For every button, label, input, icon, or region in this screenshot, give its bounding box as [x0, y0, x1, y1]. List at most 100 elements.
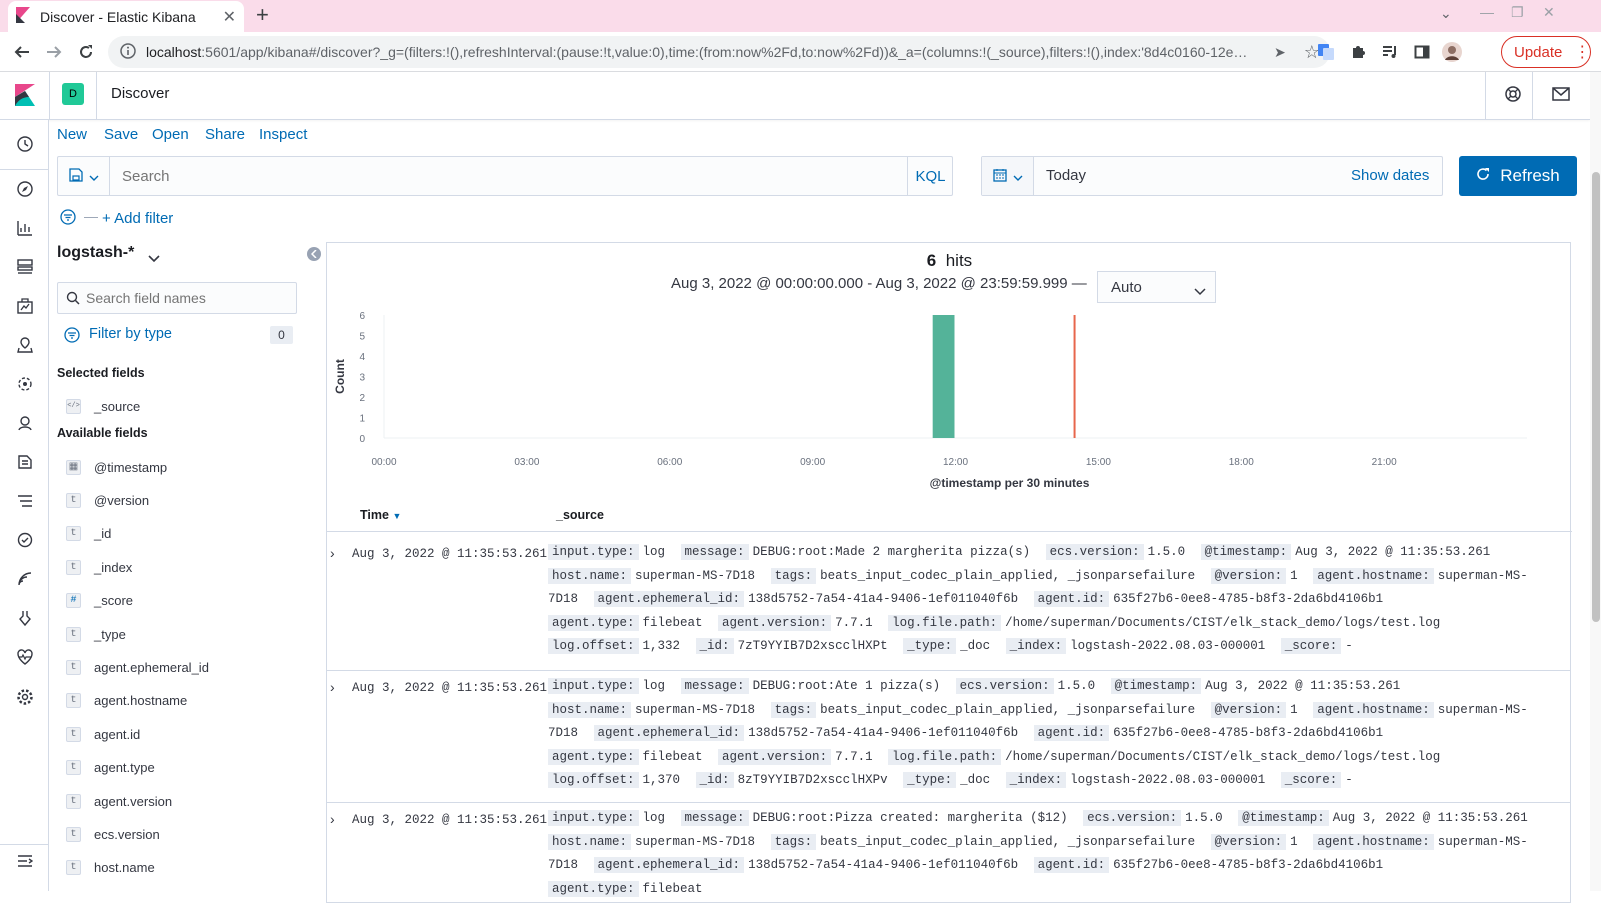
add-filter-link[interactable]: + Add filter — [102, 210, 173, 227]
filter-options-icon[interactable] — [60, 209, 76, 228]
page-scrollbar-thumb[interactable] — [1592, 172, 1600, 622]
x-axis-label: @timestamp per 30 minutes — [930, 476, 1090, 490]
histogram-bar — [932, 315, 955, 438]
forward-icon[interactable] — [42, 40, 66, 64]
source-field-value: Aug 3, 2022 @ 11:35:53.261 — [1295, 545, 1491, 559]
field-search-input[interactable] — [86, 283, 292, 313]
available-field-item[interactable]: ▦ @timestamp — [57, 455, 297, 479]
field-type-icon: t — [66, 559, 81, 575]
show-dates-link[interactable]: Show dates — [1351, 167, 1429, 184]
field-name: host.name — [94, 860, 155, 876]
available-field-item[interactable]: t ecs.version — [57, 822, 297, 846]
collapse-nav-icon[interactable] — [14, 850, 36, 872]
available-field-item[interactable]: t _id — [57, 522, 297, 546]
available-field-item[interactable]: t agent.id — [57, 722, 297, 746]
restore-window-icon[interactable]: ❐ — [1511, 4, 1524, 21]
new-tab-icon[interactable]: + — [256, 2, 269, 28]
space-avatar[interactable]: D — [62, 83, 84, 105]
extensions-puzzle-icon[interactable] — [1346, 40, 1370, 64]
available-field-item[interactable]: t agent.hostname — [57, 689, 297, 713]
maps-icon[interactable] — [14, 334, 36, 356]
site-info-icon[interactable] — [120, 42, 136, 62]
expand-row-chevron-icon[interactable]: › — [330, 545, 335, 561]
save-link[interactable]: Save — [104, 126, 138, 143]
visualize-chart-icon[interactable] — [14, 217, 36, 239]
side-panel-icon[interactable] — [1410, 40, 1434, 64]
share-link[interactable]: Share — [205, 126, 245, 143]
source-field-key: _score: — [1280, 638, 1342, 654]
field-name: agent.version — [94, 793, 173, 809]
selected-field-source[interactable]: </> _source — [57, 394, 297, 418]
update-browser-button[interactable]: Update ⋮ — [1501, 36, 1591, 68]
kql-toggle-button[interactable]: KQL — [907, 157, 953, 195]
available-field-item[interactable]: t @version — [57, 488, 297, 512]
translate-extension-icon[interactable] — [1314, 40, 1338, 64]
available-field-item[interactable]: # _score — [57, 589, 297, 613]
apm-icon[interactable] — [14, 490, 36, 512]
discover-compass-icon[interactable] — [14, 178, 36, 200]
stack-monitoring-icon[interactable] — [14, 646, 36, 668]
collapse-sidebar-icon[interactable] — [307, 247, 321, 261]
sort-desc-icon[interactable]: ▼ — [392, 511, 401, 521]
save-disk-icon — [68, 167, 83, 185]
available-field-item[interactable]: t host.name — [57, 856, 297, 880]
inspect-link[interactable]: Inspect — [259, 126, 307, 143]
uptime-icon[interactable] — [14, 529, 36, 551]
dev-tools-icon[interactable] — [14, 607, 36, 629]
column-header-time[interactable]: Time ▼ — [360, 508, 401, 522]
profile-avatar-icon[interactable] — [1440, 40, 1464, 64]
back-icon[interactable] — [10, 40, 34, 64]
recently-viewed-clock-icon[interactable] — [14, 133, 36, 155]
available-field-item[interactable]: t _type — [57, 622, 297, 646]
source-field-key: host.name: — [548, 567, 632, 584]
open-link[interactable]: Open — [152, 126, 189, 143]
index-pattern-chevron-icon[interactable] — [148, 250, 160, 266]
available-field-item[interactable]: t agent.version — [57, 789, 297, 813]
source-field-value: 138d5752-7a54-41a4-9406-1ef011040f6b — [748, 592, 1019, 606]
siem-icon[interactable] — [14, 568, 36, 590]
new-link[interactable]: New — [57, 126, 87, 143]
date-range-value[interactable]: Today — [1046, 167, 1086, 184]
browser-tab[interactable]: Discover - Elastic Kibana ✕ — [8, 1, 244, 32]
canvas-icon[interactable] — [14, 295, 36, 317]
saved-query-button[interactable] — [58, 157, 110, 195]
x-tick-label: 06:00 — [657, 457, 682, 468]
browser-tab-strip: Discover - Elastic Kibana ✕ + ⌄ — ❐ ✕ — [0, 0, 1601, 32]
available-field-item[interactable]: t agent.type — [57, 756, 297, 780]
expand-row-chevron-icon[interactable]: › — [330, 811, 335, 827]
close-window-icon[interactable]: ✕ — [1543, 4, 1555, 21]
metrics-icon[interactable] — [14, 412, 36, 434]
machine-learning-icon[interactable] — [14, 373, 36, 395]
source-field-value: filebeat — [642, 881, 703, 896]
source-field-value: - — [1345, 639, 1353, 653]
tab-search-icon[interactable]: ⌄ — [1440, 5, 1452, 22]
source-field-key: agent.ephemeral_id: — [593, 725, 745, 741]
minimize-window-icon[interactable]: — — [1480, 4, 1494, 20]
quick-select-button[interactable] — [982, 157, 1034, 195]
more-menu-icon[interactable]: ⋮ — [1574, 42, 1590, 62]
source-field-value: 1 — [1290, 834, 1298, 849]
x-tick-label: 12:00 — [943, 457, 968, 468]
address-bar[interactable]: localhost:5601/app/kibana#/discover?_g=(… — [108, 36, 1330, 68]
media-queue-icon[interactable] — [1378, 40, 1402, 64]
expand-row-chevron-icon[interactable]: › — [330, 679, 335, 695]
available-field-item[interactable]: t _index — [57, 555, 297, 579]
refresh-button[interactable]: Refresh — [1459, 156, 1577, 196]
index-pattern-title[interactable]: logstash-* — [57, 244, 134, 262]
filter-by-type-button[interactable]: Filter by type — [89, 326, 172, 342]
interval-select[interactable]: Auto — [1097, 271, 1216, 303]
logs-icon[interactable] — [14, 451, 36, 473]
reload-icon[interactable] — [74, 40, 98, 64]
send-to-devices-icon[interactable]: ➤ — [1274, 44, 1286, 61]
management-gear-icon[interactable] — [14, 686, 36, 708]
kibana-logo-icon[interactable] — [15, 84, 35, 109]
help-icon[interactable] — [1504, 85, 1522, 106]
dashboard-icon[interactable] — [14, 256, 36, 278]
close-tab-icon[interactable]: ✕ — [223, 7, 236, 27]
search-input[interactable] — [111, 157, 906, 195]
column-header-source[interactable]: _source — [556, 508, 604, 522]
source-field-key: input.type: — [548, 810, 639, 826]
available-field-item[interactable]: t agent.ephemeral_id — [57, 655, 297, 679]
newsfeed-mail-icon[interactable] — [1552, 86, 1570, 105]
source-field-key: message: — [680, 544, 749, 560]
